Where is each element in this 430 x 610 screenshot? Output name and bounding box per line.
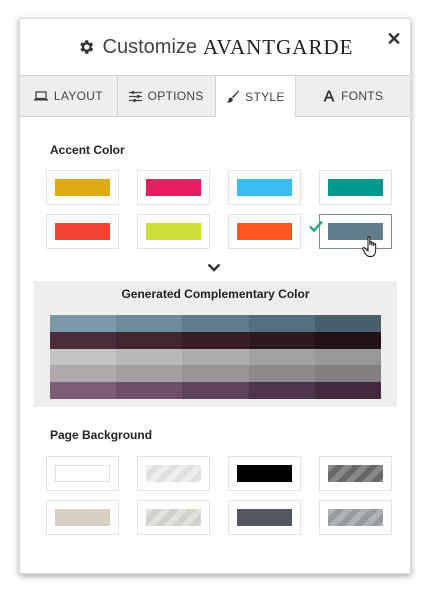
close-icon[interactable]: ✕ bbox=[386, 30, 402, 48]
palette-cell bbox=[50, 331, 117, 349]
palette-cell bbox=[314, 382, 382, 399]
font-a-icon bbox=[323, 90, 335, 102]
paintbrush-icon bbox=[226, 90, 240, 103]
swatch-fill bbox=[237, 223, 292, 240]
checkmark-icon bbox=[309, 220, 323, 232]
background-swatch[interactable] bbox=[228, 456, 301, 491]
palette-cell bbox=[50, 348, 117, 366]
panel-header: Customize AVANTGARDE ✕ bbox=[20, 19, 410, 75]
palette-cell bbox=[50, 365, 117, 383]
background-swatch[interactable] bbox=[137, 456, 210, 491]
laptop-icon bbox=[33, 91, 48, 101]
swatch-fill bbox=[55, 465, 110, 482]
tab-label: FONTS bbox=[341, 89, 384, 103]
swatch-fill bbox=[328, 179, 383, 196]
background-swatch[interactable] bbox=[228, 500, 301, 535]
palette-row bbox=[50, 348, 382, 366]
tab-fonts[interactable]: FONTS bbox=[296, 76, 410, 116]
background-swatch[interactable] bbox=[137, 500, 210, 535]
background-swatch[interactable] bbox=[46, 500, 119, 535]
complementary-palette bbox=[50, 315, 382, 399]
palette-cell bbox=[248, 365, 315, 383]
swatch-fill bbox=[237, 465, 292, 482]
palette-cell bbox=[182, 348, 249, 366]
palette-cell bbox=[182, 382, 249, 399]
palette-cell bbox=[248, 348, 315, 366]
panel-title: Customize AVANTGARDE bbox=[77, 35, 354, 60]
palette-cell bbox=[182, 365, 249, 383]
title-prefix: Customize bbox=[102, 35, 198, 58]
swatch-fill bbox=[237, 179, 292, 196]
chevron-down-icon[interactable] bbox=[207, 263, 221, 273]
swatch-fill bbox=[55, 223, 110, 240]
swatch-fill bbox=[328, 509, 383, 526]
palette-row bbox=[50, 365, 382, 383]
page-background-heading: Page Background bbox=[50, 428, 153, 442]
palette-cell bbox=[314, 315, 382, 332]
palette-cell bbox=[116, 382, 183, 399]
accent-color-swatch[interactable] bbox=[228, 170, 301, 205]
page-background-grid bbox=[46, 456, 392, 536]
swatch-fill bbox=[55, 179, 110, 196]
title-brand: AVANTGARDE bbox=[203, 34, 354, 59]
hand-pointer-icon bbox=[362, 236, 377, 257]
palette-cell bbox=[314, 365, 382, 383]
accent-color-swatch[interactable] bbox=[46, 214, 119, 249]
palette-cell bbox=[116, 331, 183, 349]
palette-cell bbox=[182, 331, 249, 349]
swatch-fill bbox=[146, 465, 201, 482]
palette-cell bbox=[116, 348, 183, 366]
accent-color-swatch[interactable] bbox=[319, 170, 392, 205]
tab-bar: LAYOUT OPTIONS STYLE FONTS bbox=[20, 75, 410, 118]
background-swatch[interactable] bbox=[319, 500, 392, 535]
accent-color-swatch[interactable] bbox=[309, 214, 392, 257]
palette-cell bbox=[182, 315, 249, 332]
accent-color-swatch[interactable] bbox=[137, 170, 210, 205]
swatch-fill bbox=[55, 509, 110, 526]
swatch-fill bbox=[237, 509, 292, 526]
palette-row bbox=[50, 315, 382, 332]
sliders-icon bbox=[128, 90, 142, 102]
palette-cell bbox=[50, 382, 117, 399]
background-swatch[interactable] bbox=[46, 456, 119, 491]
tab-label: STYLE bbox=[245, 89, 285, 104]
tab-style[interactable]: STYLE bbox=[215, 76, 297, 118]
swatch-fill bbox=[146, 223, 201, 240]
tab-label: LAYOUT bbox=[53, 89, 103, 103]
palette-cell bbox=[248, 331, 315, 349]
background-swatch[interactable] bbox=[319, 456, 392, 491]
gear-icon bbox=[79, 40, 93, 54]
palette-cell bbox=[314, 331, 382, 349]
palette-cell bbox=[248, 382, 315, 399]
swatch-fill bbox=[146, 509, 201, 526]
tab-layout[interactable]: LAYOUT bbox=[20, 76, 118, 116]
complementary-color-box: Generated Complementary Color bbox=[34, 281, 397, 407]
palette-cell bbox=[50, 315, 117, 332]
swatch-fill bbox=[146, 179, 201, 196]
customize-panel: Customize AVANTGARDE ✕ LAYOUT OPTIONS ST… bbox=[19, 18, 411, 574]
palette-cell bbox=[116, 315, 183, 332]
palette-row bbox=[50, 331, 382, 349]
palette-cell bbox=[116, 365, 183, 383]
swatch-fill bbox=[328, 465, 383, 482]
palette-row bbox=[50, 382, 382, 399]
accent-color-swatch[interactable] bbox=[137, 214, 210, 249]
tab-options[interactable]: OPTIONS bbox=[118, 76, 216, 116]
palette-cell bbox=[314, 348, 382, 366]
accent-color-grid bbox=[46, 170, 392, 257]
accent-color-swatch[interactable] bbox=[46, 170, 119, 205]
palette-cell bbox=[248, 315, 315, 332]
tab-label: OPTIONS bbox=[147, 89, 204, 103]
accent-color-swatch[interactable] bbox=[228, 214, 301, 249]
complementary-color-heading: Generated Complementary Color bbox=[121, 287, 310, 301]
accent-color-heading: Accent Color bbox=[50, 143, 125, 157]
